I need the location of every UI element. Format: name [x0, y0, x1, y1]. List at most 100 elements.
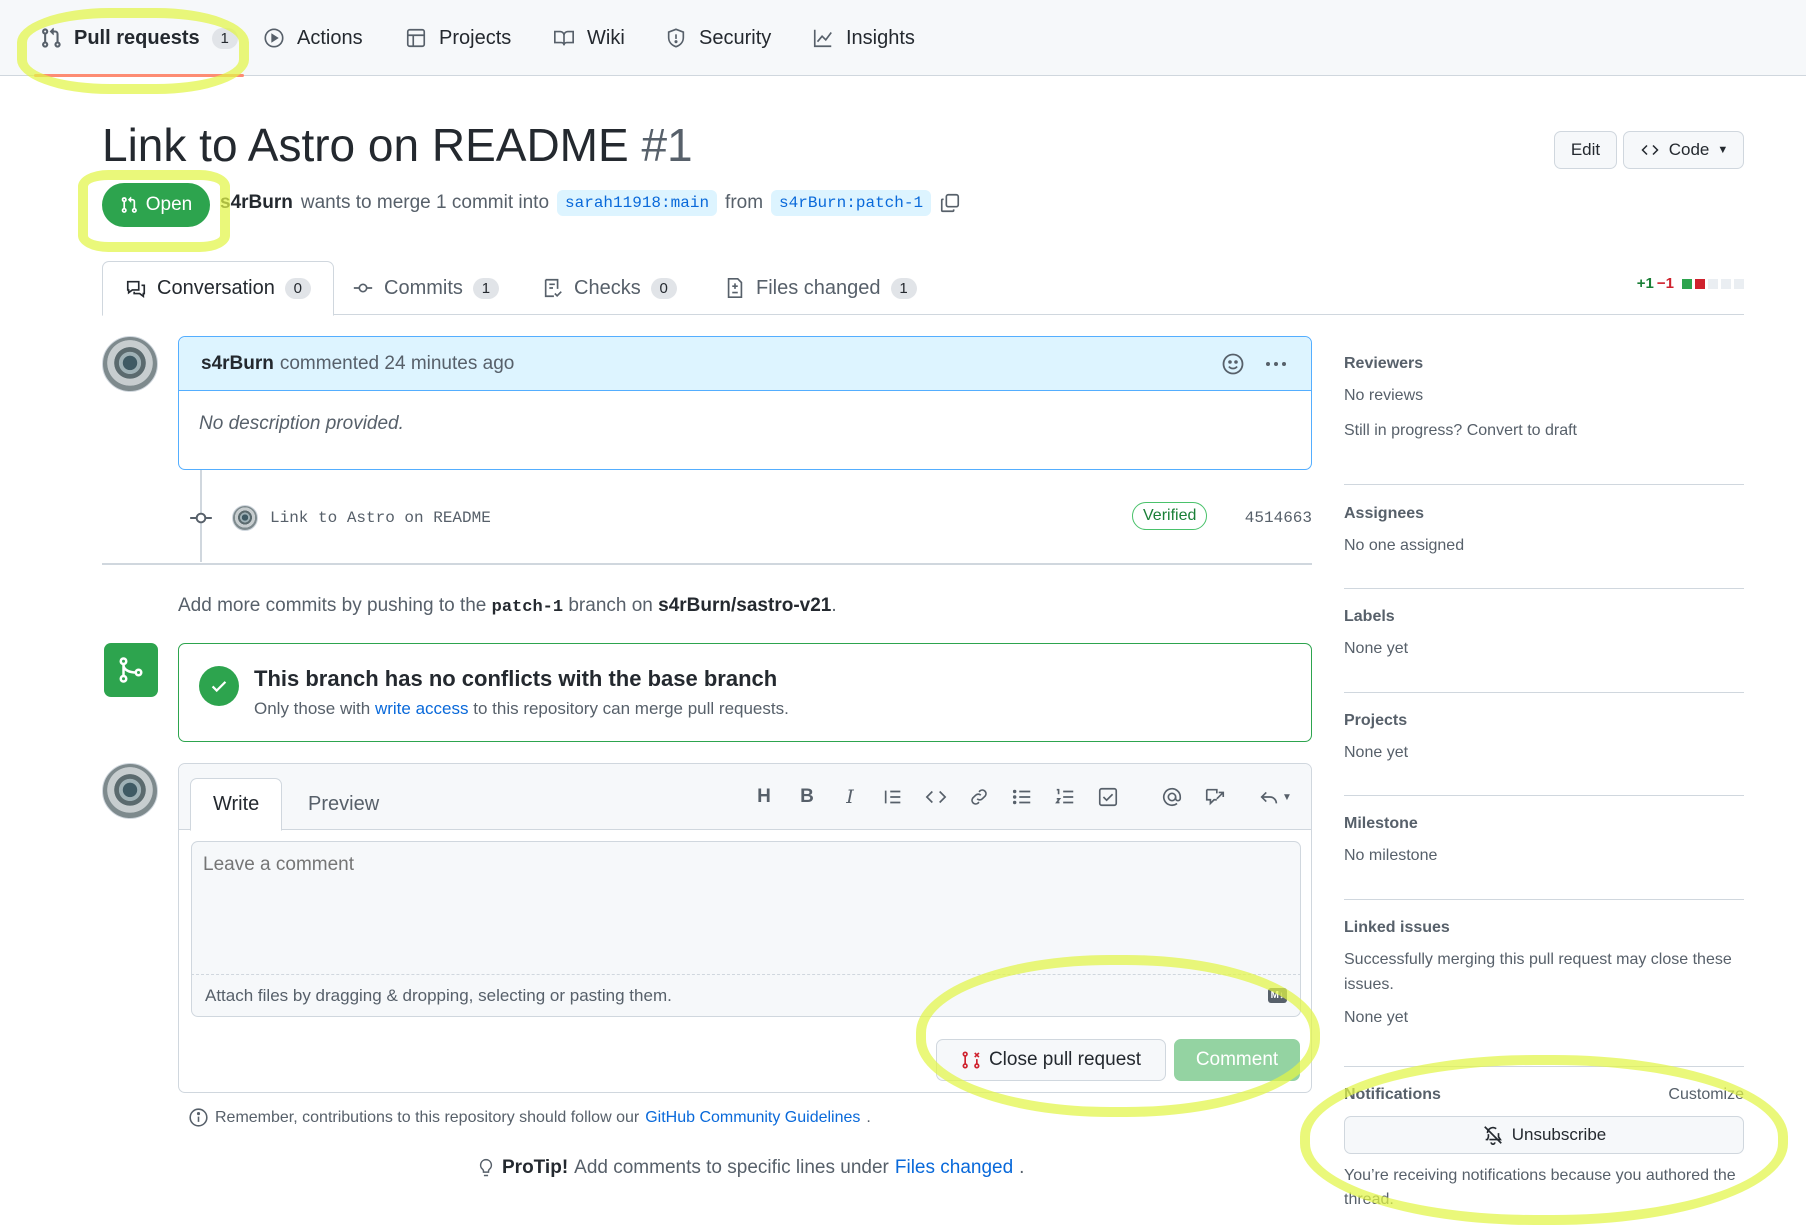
from-text: from — [725, 192, 764, 213]
attach-files-text: Attach files by dragging & dropping, sel… — [205, 985, 672, 1005]
cross-reference-icon[interactable] — [1202, 784, 1228, 810]
sidebar-value: No one assigned — [1344, 537, 1465, 554]
comment-meta: commented 24 minutes ago — [279, 352, 515, 374]
sidebar-heading[interactable]: Reviewers — [1344, 355, 1744, 373]
tab-label: Checks — [574, 276, 641, 299]
pr-title-text: Link to Astro on README — [102, 119, 629, 171]
sidebar-heading[interactable]: Milestone — [1344, 815, 1744, 833]
tab-label: Files changed — [756, 276, 881, 299]
nav-insights[interactable]: Insights — [812, 0, 915, 76]
commit-sha-link[interactable]: 4514663 — [1245, 509, 1312, 527]
tab-files-changed[interactable]: Files changed 1 — [724, 261, 917, 315]
comment-composer: Write Preview H B I ▼ Attach files by dr… — [178, 763, 1312, 1093]
nav-security[interactable]: Security — [665, 0, 771, 76]
nav-label: Wiki — [587, 26, 625, 49]
pr-author-link[interactable]: s4rBurn — [220, 192, 293, 214]
ordered-list-icon[interactable] — [1052, 784, 1078, 810]
head-branch-label[interactable]: s4rBurn:patch-1 — [771, 190, 932, 216]
community-guidelines-link[interactable]: GitHub Community Guidelines — [645, 1109, 860, 1127]
nav-actions[interactable]: Actions — [263, 0, 363, 76]
sidebar-heading[interactable]: Assignees — [1344, 505, 1744, 523]
tab-count: 1 — [890, 277, 917, 299]
italic-icon[interactable]: I — [837, 784, 863, 810]
viewer-avatar[interactable] — [102, 763, 158, 819]
write-access-link[interactable]: write access — [375, 699, 469, 718]
copy-icon[interactable] — [939, 192, 961, 214]
tasklist-icon[interactable] — [1095, 784, 1121, 810]
comment-card: s4rBurn commented 24 minutes ago No desc… — [178, 336, 1312, 470]
nav-pull-requests[interactable]: Pull requests 1 — [34, 0, 244, 77]
unsubscribe-button[interactable]: Unsubscribe — [1344, 1116, 1744, 1154]
graph-icon — [813, 29, 832, 48]
checklist-icon — [544, 278, 562, 298]
bold-icon[interactable]: B — [794, 784, 820, 810]
pr-tabs: Conversation 0 Commits 1 Checks 0 Files … — [102, 261, 1744, 316]
pr-state-label: Open — [145, 194, 193, 215]
sidebar-heading[interactable]: Linked issues — [1344, 919, 1744, 937]
merge-status-card: This branch has no conflicts with the ba… — [178, 643, 1312, 742]
verified-badge[interactable]: Verified — [1132, 502, 1208, 530]
sidebar-reviewers[interactable]: Reviewers No reviews Still in progress? … — [1344, 355, 1744, 485]
comment-body: No description provided. — [199, 413, 404, 434]
mention-icon[interactable] — [1159, 784, 1185, 810]
push-hint-branch: patch-1 — [491, 598, 564, 617]
tab-count: 1 — [472, 277, 499, 299]
commit-author-avatar[interactable] — [232, 505, 258, 531]
tab-commits[interactable]: Commits 1 — [352, 261, 499, 315]
comment-textarea[interactable] — [191, 841, 1301, 975]
sidebar-labels[interactable]: Labels None yet — [1344, 608, 1744, 693]
heading-icon[interactable]: H — [751, 784, 777, 810]
table-icon — [406, 28, 426, 48]
close-pr-label: Close pull request — [988, 1049, 1142, 1070]
timeline-break — [102, 563, 1312, 565]
light-bulb-icon — [479, 1158, 493, 1177]
push-hint-suffix: . — [831, 595, 837, 616]
kebab-horizontal-icon[interactable] — [1263, 352, 1289, 376]
tab-write[interactable]: Write — [190, 778, 283, 831]
tab-label: Commits — [384, 276, 463, 299]
customize-link[interactable]: Customize — [1668, 1086, 1744, 1104]
sidebar-linked-issues[interactable]: Linked issues Successfully merging this … — [1344, 919, 1744, 1067]
git-commit-icon — [190, 512, 212, 524]
saved-replies-icon[interactable]: ▼ — [1255, 784, 1295, 810]
sidebar-heading[interactable]: Labels — [1344, 608, 1744, 626]
nav-label: Projects — [439, 26, 512, 49]
guidelines-prefix: Remember, contributions to this reposito… — [215, 1108, 640, 1126]
comment-author-link[interactable]: s4rBurn — [201, 353, 274, 375]
git-pull-request-icon — [121, 196, 137, 213]
tab-checks[interactable]: Checks 0 — [542, 261, 677, 315]
edit-label: Edit — [1570, 140, 1601, 159]
author-avatar[interactable] — [102, 336, 158, 392]
sidebar-projects[interactable]: Projects None yet — [1344, 712, 1744, 796]
git-pull-request-icon — [42, 27, 61, 48]
commit-message-link[interactable]: Link to Astro on README — [270, 509, 491, 527]
unordered-list-icon[interactable] — [1009, 784, 1035, 810]
additions-count: +1 — [1636, 275, 1654, 292]
quote-icon[interactable] — [880, 784, 906, 810]
convert-to-draft-link[interactable]: Still in progress? Convert to draft — [1344, 418, 1744, 443]
tab-preview[interactable]: Preview — [286, 778, 401, 831]
files-changed-link[interactable]: Files changed — [895, 1157, 1013, 1179]
nav-projects[interactable]: Projects — [405, 0, 511, 76]
markdown-icon[interactable]: M↓ — [1267, 988, 1287, 1003]
nav-wiki[interactable]: Wiki — [553, 0, 625, 76]
close-pr-button[interactable]: Close pull request — [936, 1039, 1166, 1081]
tab-conversation[interactable]: Conversation 0 — [102, 261, 334, 316]
base-branch-label[interactable]: sarah11918:main — [557, 190, 718, 216]
sidebar-assignees[interactable]: Assignees No one assigned — [1344, 505, 1744, 589]
code-button[interactable]: Code ▼ — [1623, 131, 1744, 169]
code-icon[interactable] — [923, 784, 949, 810]
bell-slash-icon — [1483, 1126, 1502, 1145]
push-hint-repo: s4rBurn/sastro-v21 — [658, 595, 832, 616]
repo-nav: Pull requests 1 Actions Projects Wiki Se… — [0, 0, 1806, 77]
sidebar-heading[interactable]: Projects — [1344, 712, 1744, 730]
comment-button[interactable]: Comment — [1174, 1039, 1300, 1081]
attach-files-bar[interactable]: Attach files by dragging & dropping, sel… — [191, 975, 1301, 1017]
merge-status-prefix: Only those with — [254, 699, 371, 718]
edit-button[interactable]: Edit — [1554, 131, 1617, 169]
smiley-icon[interactable] — [1221, 352, 1245, 376]
sidebar-milestone[interactable]: Milestone No milestone — [1344, 815, 1744, 900]
link-icon[interactable] — [966, 784, 992, 810]
push-hint-middle: branch on — [568, 595, 653, 616]
protip: ProTip! Add comments to specific lines u… — [476, 1157, 1024, 1179]
